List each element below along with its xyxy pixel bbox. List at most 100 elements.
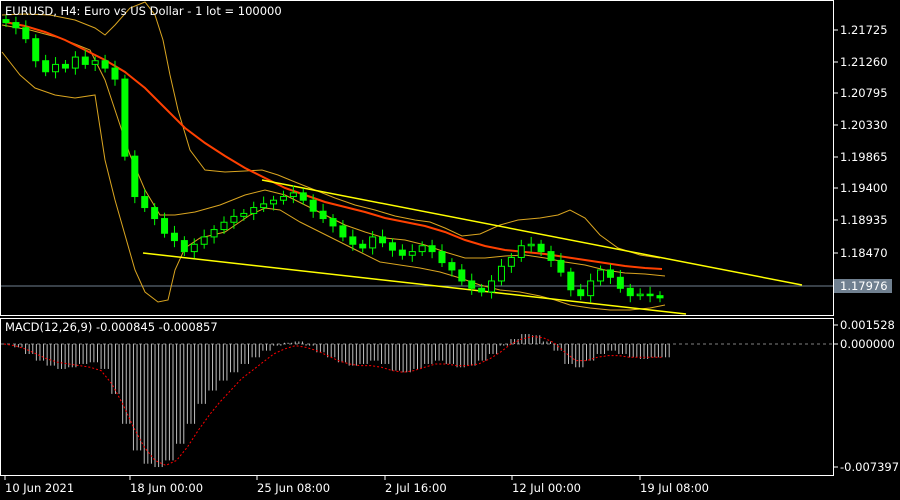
candle-body: [349, 236, 357, 245]
candle-body: [250, 207, 258, 214]
candle-body: [309, 199, 317, 212]
candle-body: [81, 56, 89, 65]
price-tick: 1.19865: [834, 150, 888, 164]
symbol-info-label: EURUSD, H4: Euro vs US Dollar - 1 lot = …: [5, 4, 282, 18]
current-price-marker: 1.17976: [834, 279, 892, 293]
candle-body: [42, 60, 50, 73]
time-tick-label: 2 Jul 16:00: [385, 481, 447, 495]
candle-body: [200, 236, 208, 245]
candle-body: [488, 280, 496, 293]
time-tick-label: 25 Jun 08:00: [257, 481, 330, 495]
candle-body: [448, 262, 456, 271]
macd-tick-label: -0.007397: [840, 460, 899, 474]
candle-body: [507, 256, 515, 267]
price-tick-label: 1.21725: [840, 23, 888, 37]
candle-body: [527, 243, 535, 247]
macd-tick: -0.007397: [834, 460, 899, 474]
candle-body: [656, 295, 664, 299]
macd-tick: 0.000000: [834, 337, 895, 351]
candle-body: [478, 287, 486, 293]
candle-body: [428, 245, 436, 253]
candle-body: [537, 243, 545, 253]
price-tick: 1.21725: [834, 23, 888, 37]
price-tick: 1.20795: [834, 86, 888, 100]
candle-body: [547, 251, 555, 261]
candle-body: [606, 269, 614, 278]
candle-body: [210, 229, 218, 238]
price-tick-label: 1.18470: [840, 246, 888, 260]
price-tick: 1.19400: [834, 181, 888, 195]
time-tick-label: 10 Jun 2021: [5, 481, 74, 495]
candle-body: [577, 289, 585, 297]
candle-body: [359, 243, 367, 249]
candle-body: [279, 196, 287, 201]
candle-body: [517, 245, 525, 258]
candle-body: [180, 240, 188, 253]
candle-body: [398, 249, 406, 256]
candle-body: [22, 27, 30, 40]
candle-body: [61, 63, 69, 69]
candle-body: [379, 236, 387, 244]
chart-background: [0, 0, 900, 500]
price-tick-label: 1.21260: [840, 55, 888, 69]
candle-body: [32, 38, 40, 62]
price-tick-label: 1.20795: [840, 86, 888, 100]
price-tick-label: 1.20330: [840, 118, 888, 132]
candle-body: [468, 280, 476, 289]
time-tick-label: 12 Jul 00:00: [512, 481, 581, 495]
macd-indicator-label: MACD(12,26,9) -0.000845 -0.000857: [5, 320, 218, 334]
candle-body: [230, 215, 238, 223]
price-tick-label: 1.18935: [840, 213, 888, 227]
candle-body: [587, 280, 595, 297]
candle-body: [260, 203, 268, 209]
candle-body: [270, 199, 278, 205]
candle-body: [161, 218, 169, 234]
candle-body: [369, 236, 377, 249]
candle-body: [408, 251, 416, 256]
candle-body: [131, 155, 139, 198]
price-axis[interactable]: 1.21725 1.21260 1.20795 1.20330 1.19865 …: [834, 23, 892, 293]
candle-body: [418, 245, 426, 253]
candle-body: [12, 22, 20, 29]
trading-chart[interactable]: EURUSD, H4: Euro vs US Dollar - 1 lot = …: [0, 0, 900, 500]
candle-body: [319, 210, 327, 220]
current-price-label: 1.17976: [840, 279, 888, 293]
price-tick-label: 1.19865: [840, 150, 888, 164]
price-tick: 1.20330: [834, 118, 888, 132]
candle-body: [557, 259, 565, 273]
candle-body: [597, 269, 605, 282]
candle-body: [329, 218, 337, 227]
price-tick-label: 1.19400: [840, 181, 888, 195]
candle-body: [458, 269, 466, 282]
macd-tick-label: 0.000000: [840, 337, 895, 351]
candle-body: [121, 78, 129, 157]
candle-body: [220, 221, 228, 231]
candle-body: [616, 276, 624, 289]
candle-body: [71, 56, 79, 69]
candle-body: [141, 196, 149, 209]
candle-body: [101, 60, 109, 69]
price-tick: 1.18935: [834, 213, 888, 227]
time-tick-label: 19 Jul 08:00: [640, 481, 709, 495]
macd-tick-label: 0.001528: [840, 318, 895, 332]
candle-body: [2, 19, 10, 24]
candle-body: [567, 271, 575, 291]
candle-body: [636, 293, 644, 297]
candle-body: [497, 265, 505, 282]
candle-body: [646, 293, 654, 297]
time-tick-label: 18 Jun 00:00: [130, 481, 203, 495]
candle-body: [91, 60, 99, 65]
candle-body: [151, 207, 159, 220]
candle-body: [289, 192, 297, 198]
candle-body: [190, 243, 198, 253]
candle-body: [240, 212, 248, 217]
candle-body: [339, 225, 347, 238]
macd-tick: 0.001528: [834, 318, 895, 332]
price-tick: 1.18470: [834, 246, 888, 260]
candle-body: [626, 287, 634, 297]
candle-body: [388, 242, 396, 251]
candle-body: [170, 232, 178, 242]
price-tick: 1.21260: [834, 55, 888, 69]
candle-body: [52, 63, 60, 73]
candle-body: [438, 251, 446, 264]
